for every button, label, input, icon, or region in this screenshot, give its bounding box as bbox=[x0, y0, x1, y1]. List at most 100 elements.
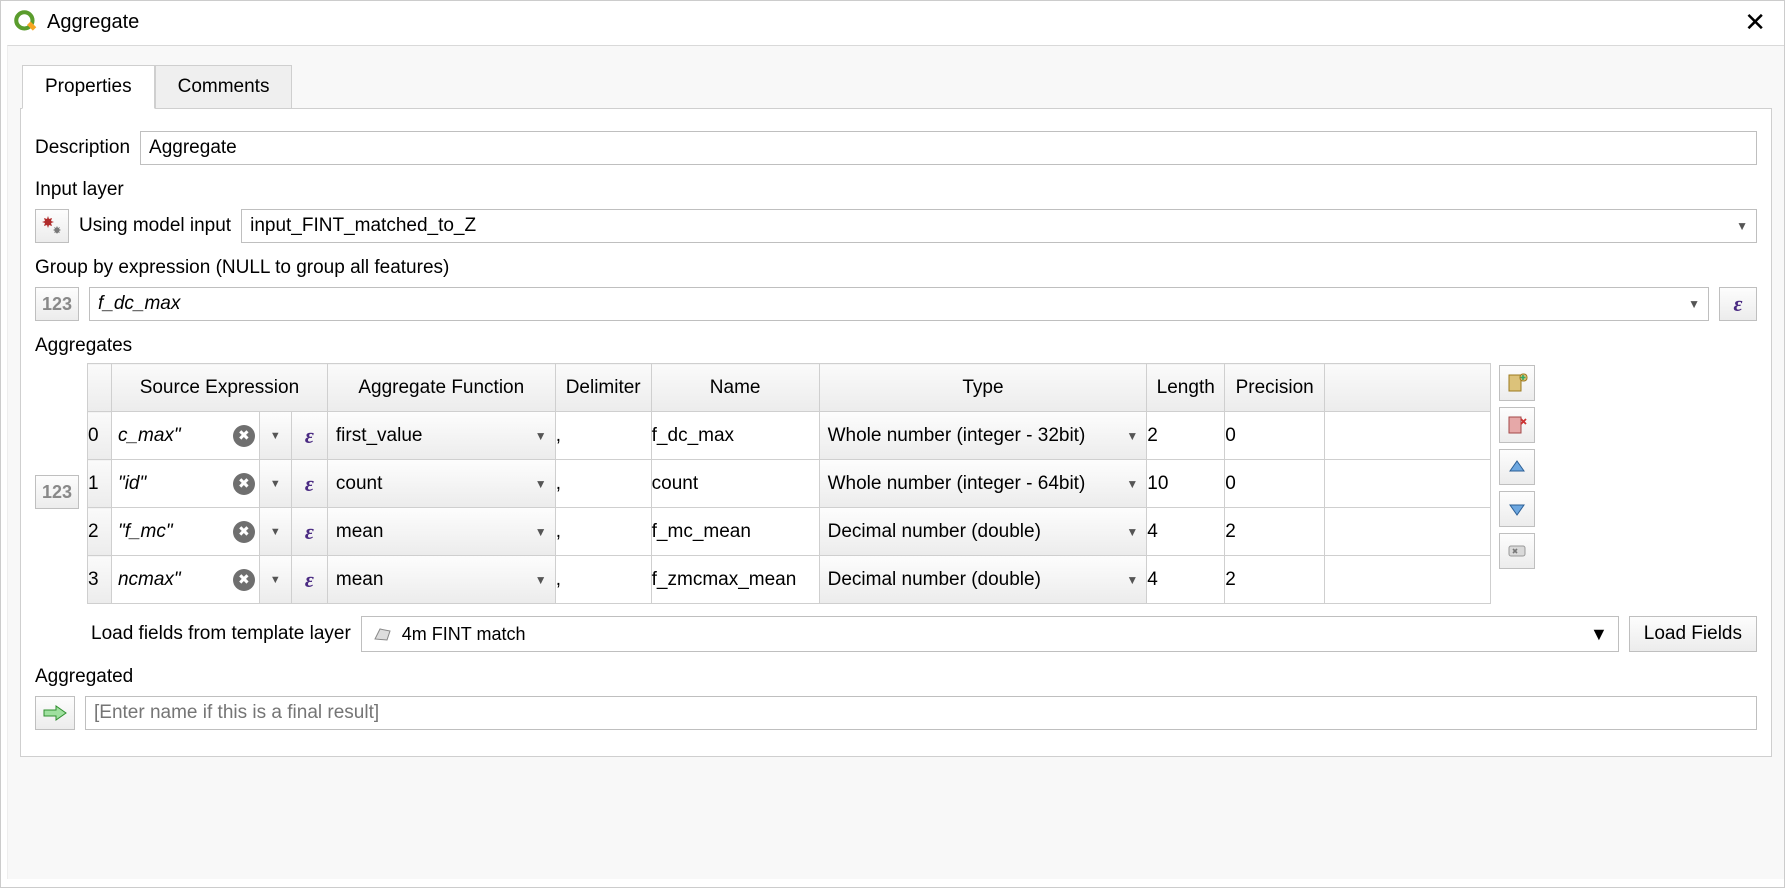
source-expression-builder-button[interactable]: ε bbox=[291, 412, 327, 459]
table-row: 3 ncmax" ✖ ▼ ε mean ▼ , f_zmcmax_mean De… bbox=[88, 556, 1491, 604]
close-icon[interactable]: ✕ bbox=[1736, 7, 1774, 37]
delimiter-cell[interactable]: , bbox=[555, 556, 651, 604]
col-precision[interactable]: Precision bbox=[1225, 364, 1325, 412]
expression-builder-button[interactable]: ε bbox=[1719, 287, 1757, 321]
clear-expression-icon[interactable]: ✖ bbox=[233, 569, 255, 591]
move-down-button[interactable] bbox=[1499, 491, 1535, 527]
chevron-down-icon: ▼ bbox=[1688, 297, 1700, 311]
agg-right-toolbar bbox=[1499, 363, 1535, 569]
group-by-expression-combo[interactable]: f_dc_max ▼ bbox=[89, 287, 1709, 321]
chevron-down-icon: ▼ bbox=[535, 573, 547, 587]
row-index: 3 bbox=[88, 556, 112, 604]
precision-cell[interactable]: 0 bbox=[1225, 412, 1325, 460]
chevron-down-icon: ▼ bbox=[1126, 525, 1138, 539]
length-cell[interactable]: 2 bbox=[1147, 412, 1225, 460]
source-expression-input[interactable]: c_max" ✖ bbox=[112, 412, 259, 459]
source-expression-cell: ncmax" ✖ ▼ ε bbox=[112, 556, 327, 603]
type-combo[interactable]: Whole number (integer - 32bit) ▼ bbox=[820, 412, 1147, 459]
source-expression-cell: "id" ✖ ▼ ε bbox=[112, 460, 327, 507]
add-field-button[interactable] bbox=[1499, 365, 1535, 401]
aggregate-function-combo[interactable]: mean ▼ bbox=[328, 556, 555, 603]
source-expression-dropdown[interactable]: ▼ bbox=[259, 508, 291, 555]
aggregates-label: Aggregates bbox=[35, 335, 1757, 357]
group-by-label: Group by expression (NULL to group all f… bbox=[35, 257, 1757, 279]
aggregate-dialog: Aggregate ✕ Properties Comments Descript… bbox=[0, 0, 1785, 888]
template-layer-value: 4m FINT match bbox=[402, 624, 526, 645]
output-name-input[interactable] bbox=[85, 696, 1757, 730]
source-expression-cell: "f_mc" ✖ ▼ ε bbox=[112, 508, 327, 555]
chevron-down-icon: ▼ bbox=[1590, 624, 1608, 645]
description-input[interactable] bbox=[140, 131, 1757, 165]
source-expression-input[interactable]: "f_mc" ✖ bbox=[112, 508, 259, 555]
source-expression-input[interactable]: ncmax" ✖ bbox=[112, 556, 259, 603]
tab-bar: Properties Comments bbox=[20, 64, 1772, 108]
source-expression-builder-button[interactable]: ε bbox=[291, 556, 327, 603]
properties-panel: Description Input layer Using model inpu… bbox=[20, 108, 1772, 757]
aggregate-function-combo[interactable]: mean ▼ bbox=[328, 508, 555, 555]
precision-cell[interactable]: 2 bbox=[1225, 556, 1325, 604]
input-layer-combo[interactable]: input_FINT_matched_to_Z ▼ bbox=[241, 209, 1757, 243]
reset-field-button[interactable] bbox=[1499, 533, 1535, 569]
source-expression-cell: c_max" ✖ ▼ ε bbox=[112, 412, 327, 459]
col-length[interactable]: Length bbox=[1147, 364, 1225, 412]
name-cell[interactable]: f_mc_mean bbox=[651, 508, 819, 556]
precision-cell[interactable]: 0 bbox=[1225, 460, 1325, 508]
source-expression-dropdown[interactable]: ▼ bbox=[259, 412, 291, 459]
load-fields-button[interactable]: Load Fields bbox=[1629, 616, 1757, 652]
titlebar: Aggregate ✕ bbox=[1, 1, 1784, 45]
field-type-indicator: 123 bbox=[35, 287, 79, 321]
chevron-down-icon: ▼ bbox=[1736, 219, 1748, 233]
source-expression-dropdown[interactable]: ▼ bbox=[259, 556, 291, 603]
move-up-button[interactable] bbox=[1499, 449, 1535, 485]
delimiter-cell[interactable]: , bbox=[555, 412, 651, 460]
load-template-label: Load fields from template layer bbox=[91, 623, 351, 645]
row-index: 1 bbox=[88, 460, 112, 508]
type-combo[interactable]: Whole number (integer - 64bit) ▼ bbox=[820, 460, 1147, 507]
clear-expression-icon[interactable]: ✖ bbox=[233, 521, 255, 543]
agg-left-toolbar: 123 bbox=[35, 363, 79, 509]
name-cell[interactable]: f_zmcmax_mean bbox=[651, 556, 819, 604]
type-combo[interactable]: Decimal number (double) ▼ bbox=[820, 556, 1147, 603]
source-expression-input[interactable]: "id" ✖ bbox=[112, 460, 259, 507]
name-cell[interactable]: f_dc_max bbox=[651, 412, 819, 460]
col-delimiter[interactable]: Delimiter bbox=[555, 364, 651, 412]
clear-expression-icon[interactable]: ✖ bbox=[233, 425, 255, 447]
length-cell[interactable]: 10 bbox=[1147, 460, 1225, 508]
col-type[interactable]: Type bbox=[819, 364, 1147, 412]
table-row: 2 "f_mc" ✖ ▼ ε mean ▼ , f_mc_mean Decima… bbox=[88, 508, 1491, 556]
chevron-down-icon: ▼ bbox=[535, 525, 547, 539]
qgis-logo-icon bbox=[13, 9, 39, 35]
col-aggregate-function[interactable]: Aggregate Function bbox=[327, 364, 555, 412]
length-cell[interactable]: 4 bbox=[1147, 508, 1225, 556]
tab-comments[interactable]: Comments bbox=[155, 65, 293, 109]
remove-field-button[interactable] bbox=[1499, 407, 1535, 443]
source-expression-builder-button[interactable]: ε bbox=[291, 460, 327, 507]
chevron-down-icon: ▼ bbox=[1126, 477, 1138, 491]
group-by-value: f_dc_max bbox=[98, 293, 180, 315]
description-label: Description bbox=[35, 137, 130, 159]
template-layer-combo[interactable]: 4m FINT match ▼ bbox=[361, 616, 1619, 652]
output-label: Aggregated bbox=[35, 666, 1757, 688]
input-layer-value: input_FINT_matched_to_Z bbox=[250, 215, 476, 237]
clear-expression-icon[interactable]: ✖ bbox=[233, 473, 255, 495]
delimiter-cell[interactable]: , bbox=[555, 508, 651, 556]
length-cell[interactable]: 4 bbox=[1147, 556, 1225, 604]
table-row: 1 "id" ✖ ▼ ε count ▼ , count Whole numbe… bbox=[88, 460, 1491, 508]
input-source-type-button[interactable] bbox=[35, 209, 69, 243]
type-combo[interactable]: Decimal number (double) ▼ bbox=[820, 508, 1147, 555]
output-type-button[interactable] bbox=[35, 696, 75, 730]
delimiter-cell[interactable]: , bbox=[555, 460, 651, 508]
col-name[interactable]: Name bbox=[651, 364, 819, 412]
precision-cell[interactable]: 2 bbox=[1225, 508, 1325, 556]
source-expression-dropdown[interactable]: ▼ bbox=[259, 460, 291, 507]
col-source-expression[interactable]: Source Expression bbox=[111, 364, 327, 412]
source-expression-builder-button[interactable]: ε bbox=[291, 508, 327, 555]
tab-properties[interactable]: Properties bbox=[22, 65, 155, 109]
dialog-title: Aggregate bbox=[47, 11, 139, 34]
aggregates-table: Source Expression Aggregate Function Del… bbox=[87, 363, 1491, 604]
chevron-down-icon: ▼ bbox=[535, 429, 547, 443]
aggregate-function-combo[interactable]: count ▼ bbox=[328, 460, 555, 507]
aggregate-function-combo[interactable]: first_value ▼ bbox=[328, 412, 555, 459]
name-cell[interactable]: count bbox=[651, 460, 819, 508]
input-mode-label: Using model input bbox=[79, 215, 231, 237]
